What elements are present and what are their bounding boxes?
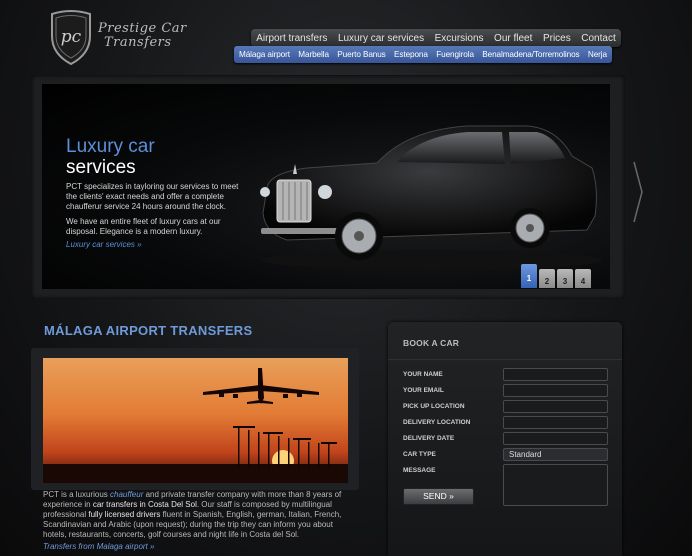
hero-slide: Luxury car services PCT specializes in t… xyxy=(42,84,610,289)
main-navigation: Airport transfers Luxury car services Ex… xyxy=(251,29,621,47)
chevron-right-icon[interactable] xyxy=(632,160,644,224)
label-delivery-date: DELIVERY DATE xyxy=(403,435,455,442)
slider-page-2[interactable]: 2 xyxy=(539,269,555,288)
input-pickup-location[interactable] xyxy=(503,400,608,413)
select-car-type[interactable]: Standard xyxy=(503,448,608,461)
nav-our-fleet[interactable]: Our fleet xyxy=(489,33,537,44)
nav-airport-transfers[interactable]: Airport transfers xyxy=(251,33,332,44)
airplane-sunset-image xyxy=(43,358,348,483)
slide-link-luxury-services[interactable]: Luxury car services » xyxy=(66,240,142,249)
body-text-1: PCT is a luxurious xyxy=(43,490,110,499)
body-bold-licensed-drivers: fully licensed drivers xyxy=(88,510,161,519)
slide-paragraph-2: We have an entire fleet of luxury cars a… xyxy=(66,217,221,236)
body-link-chauffeur[interactable]: chauffeur xyxy=(110,490,143,499)
nav-prices[interactable]: Prices xyxy=(538,33,576,44)
subnav-malaga-airport[interactable]: Málaga airport xyxy=(239,50,290,59)
row-car-type: CAR TYPE Standard xyxy=(403,448,608,462)
section-body: PCT is a luxurious chauffeur and private… xyxy=(43,490,353,540)
row-date: DELIVERY DATE xyxy=(403,432,608,446)
subnav-fuengirola[interactable]: Fuengirola xyxy=(436,50,474,59)
sub-navigation: Málaga airport Marbella Puerto Banus Est… xyxy=(234,46,612,63)
send-button[interactable]: SEND » xyxy=(403,488,474,505)
label-delivery-location: DELIVERY LOCATION xyxy=(403,419,471,426)
row-email: YOUR EMAIL xyxy=(403,384,608,398)
section-title: MÁLAGA AIRPORT TRANSFERS xyxy=(44,323,253,338)
brand-line-2: Transfers xyxy=(104,35,172,50)
booking-title: BOOK A CAR xyxy=(403,338,460,348)
input-delivery-date[interactable] xyxy=(503,432,608,445)
slider-page-1[interactable]: 1 xyxy=(521,264,537,288)
subnav-marbella[interactable]: Marbella xyxy=(298,50,329,59)
slide-title: Luxury car services xyxy=(66,136,155,178)
input-delivery-location[interactable] xyxy=(503,416,608,429)
label-car-type: CAR TYPE xyxy=(403,451,436,458)
nav-excursions[interactable]: Excursions xyxy=(430,33,489,44)
crest-shield-icon: pc xyxy=(51,10,91,66)
body-link-car-transfers[interactable]: car transfers in Costa Del Sol xyxy=(93,500,197,509)
nav-luxury-car-services[interactable]: Luxury car services xyxy=(333,33,429,44)
input-your-email[interactable] xyxy=(503,384,608,397)
input-your-name[interactable] xyxy=(503,368,608,381)
slide-title-line-2: services xyxy=(66,157,136,178)
nav-contact[interactable]: Contact xyxy=(576,33,620,44)
label-your-email: YOUR EMAIL xyxy=(403,387,444,394)
label-message: MESSAGE xyxy=(403,467,436,474)
slider-pagination: 1 2 3 4 xyxy=(521,264,591,288)
subnav-puerto-banus[interactable]: Puerto Banus xyxy=(337,50,386,59)
brand-name: Prestige Car Transfers xyxy=(98,22,198,50)
subnav-estepona[interactable]: Estepona xyxy=(394,50,428,59)
slide-title-line-1: Luxury car xyxy=(66,136,155,157)
textarea-message[interactable] xyxy=(503,464,608,506)
subnav-benalmadena-torremolinos[interactable]: Benalmadena/Torremolinos xyxy=(482,50,579,59)
slide-paragraph-1: PCT specializes in tayloring our service… xyxy=(66,182,239,211)
logo-monogram: pc xyxy=(61,27,82,47)
slide-description: PCT specializes in tayloring our service… xyxy=(66,182,246,242)
label-your-name: YOUR NAME xyxy=(403,371,443,378)
luxury-car-image xyxy=(260,125,602,270)
label-pickup-location: PICK UP LOCATION xyxy=(403,403,465,410)
link-transfers-malaga-airport[interactable]: Transfers from Malaga airport » xyxy=(43,542,154,551)
brand-line-1: Prestige Car xyxy=(98,21,187,36)
slider-page-3[interactable]: 3 xyxy=(557,269,573,288)
row-pickup: PICK UP LOCATION xyxy=(403,400,608,414)
booking-divider xyxy=(388,359,622,360)
booking-form: BOOK A CAR YOUR NAME YOUR EMAIL PICK UP … xyxy=(388,322,622,556)
subnav-nerja[interactable]: Nerja xyxy=(588,50,607,59)
row-name: YOUR NAME xyxy=(403,368,608,382)
row-delivery: DELIVERY LOCATION xyxy=(403,416,608,430)
slider-page-4[interactable]: 4 xyxy=(575,269,591,288)
site-logo[interactable]: pc Prestige Car Transfers xyxy=(48,8,198,70)
